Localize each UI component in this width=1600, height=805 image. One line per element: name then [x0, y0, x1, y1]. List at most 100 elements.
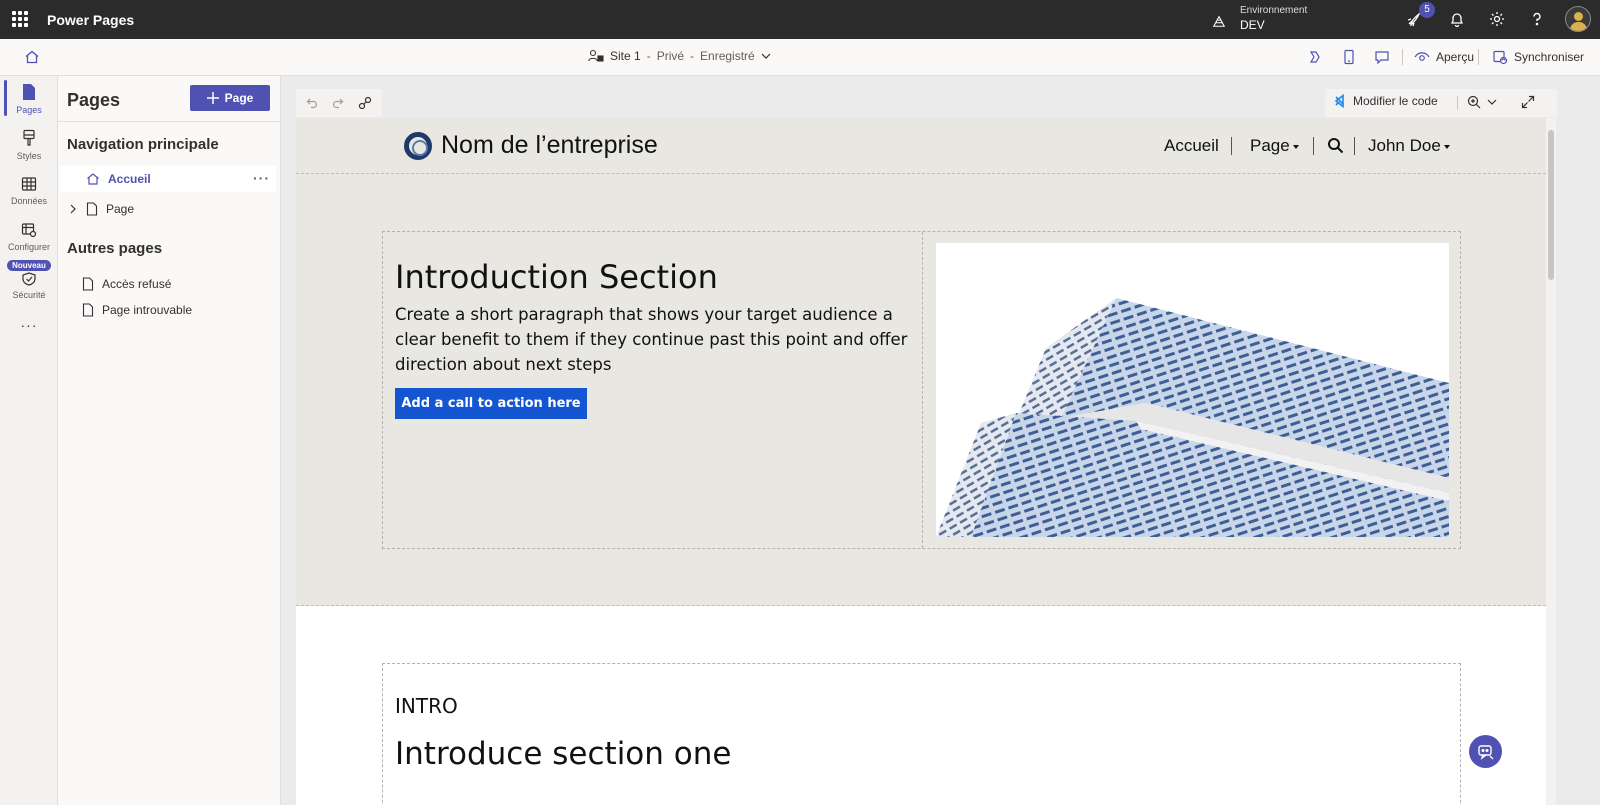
cta-button[interactable]: Add a call to action here: [395, 388, 587, 419]
hero-paragraph[interactable]: Create a short paragraph that shows your…: [395, 302, 913, 377]
site-header[interactable]: Nom de l’entreprise Accueil Page John Do…: [296, 118, 1546, 174]
chevron-right-icon[interactable]: [68, 203, 78, 215]
environment-label: Environnement: [1240, 5, 1308, 16]
shield-icon: [22, 272, 36, 286]
hero-building-image[interactable]: [936, 243, 1449, 537]
bell-icon[interactable]: [1448, 10, 1466, 28]
more-actions-icon[interactable]: ···: [253, 170, 270, 186]
canvas-toolbar: Modifier le code: [1325, 89, 1557, 117]
panel-divider: [58, 121, 280, 122]
other-pages-heading: Autres pages: [67, 240, 163, 257]
app-name[interactable]: Power Pages: [47, 12, 134, 28]
design-canvas: Modifier le code Nom de l’entreprise Acc…: [281, 76, 1600, 805]
page-icon: [23, 84, 35, 100]
redo-icon[interactable]: [332, 97, 344, 109]
edit-code-button[interactable]: Modifier le code: [1333, 94, 1438, 108]
rail-item-data[interactable]: Données: [0, 176, 58, 206]
site-nav-user[interactable]: John Doe: [1368, 136, 1450, 156]
scrollbar-thumb[interactable]: [1548, 130, 1554, 280]
table-icon: [21, 177, 37, 191]
hero-container[interactable]: Introduction Section Create a short para…: [382, 231, 1461, 549]
site-name: Site 1: [610, 49, 641, 63]
canvas-scrollbar[interactable]: [1546, 118, 1556, 805]
intro-container[interactable]: INTRO Introduce section one: [382, 663, 1461, 805]
nav-item-home[interactable]: Accueil ···: [60, 166, 276, 192]
mobile-preview-icon[interactable]: [1341, 49, 1357, 65]
top-bar: Power Pages Environnement DEV 5: [0, 0, 1600, 39]
rail-item-security[interactable]: Nouveau Sécurité: [0, 260, 58, 300]
toolbar-divider: [1457, 96, 1458, 110]
more-options-icon[interactable]: ···: [0, 317, 58, 333]
user-avatar[interactable]: [1565, 6, 1591, 32]
help-icon[interactable]: [1528, 10, 1546, 28]
chevron-down-icon: [761, 53, 771, 59]
zoom-menu[interactable]: [1467, 95, 1497, 109]
expand-icon[interactable]: [1521, 95, 1535, 109]
caret-down-icon: [1443, 144, 1450, 149]
copilot-chat-button[interactable]: [1469, 735, 1502, 768]
caret-down-icon: [1292, 144, 1299, 149]
environment-name: DEV: [1240, 18, 1265, 32]
hero-title[interactable]: Introduction Section: [395, 258, 718, 296]
nav-item-label: Page: [106, 202, 135, 216]
site-visibility: Privé: [656, 49, 685, 63]
page-icon: [86, 202, 98, 216]
chat-bot-icon: [1477, 744, 1493, 760]
nav-item-page[interactable]: Page: [60, 196, 276, 222]
rail-item-styles[interactable]: Styles: [0, 129, 58, 161]
company-logo-icon[interactable]: [404, 132, 432, 160]
plus-icon: [206, 92, 219, 104]
settings-table-icon: [21, 223, 37, 238]
site-nav-page[interactable]: Page: [1250, 136, 1299, 156]
comment-icon[interactable]: [1374, 49, 1390, 65]
new-badge: Nouveau: [7, 260, 51, 271]
toolbar-divider: [1478, 49, 1479, 65]
nav-item-page-not-found[interactable]: Page introuvable: [60, 297, 276, 323]
rail-item-label: Données: [10, 196, 48, 206]
company-name[interactable]: Nom de l’entreprise: [441, 131, 658, 160]
home-icon[interactable]: [24, 49, 40, 65]
site-status-separator: -: [646, 49, 651, 63]
history-toolbar: [296, 89, 382, 117]
sync-icon: [1493, 50, 1508, 65]
app-launcher-icon[interactable]: [12, 11, 28, 27]
rail-item-configure[interactable]: Configurer: [0, 222, 58, 252]
nav-divider: [1231, 137, 1232, 155]
preview-button[interactable]: Aperçu: [1414, 47, 1474, 67]
site-save-state: Enregistré: [700, 49, 755, 63]
gear-icon[interactable]: [1488, 10, 1506, 28]
paintbrush-icon: [23, 129, 35, 146]
section-title[interactable]: Introduce section one: [395, 736, 731, 772]
page-icon: [82, 277, 94, 291]
site-nav-home[interactable]: Accueil: [1164, 136, 1219, 156]
nav-item-label: Accès refusé: [102, 277, 172, 291]
add-page-button[interactable]: Page: [190, 85, 270, 111]
rail-item-label: Pages: [16, 105, 42, 115]
rail-item-label: Styles: [16, 151, 42, 161]
site-status-separator: -: [690, 49, 695, 63]
link-icon[interactable]: [358, 96, 372, 110]
nav-item-access-denied[interactable]: Accès refusé: [60, 271, 276, 297]
column-divider: [922, 232, 923, 548]
edit-code-label: Modifier le code: [1353, 94, 1438, 108]
intro-section[interactable]: INTRO Introduce section one: [296, 606, 1546, 805]
nav-divider: [1354, 137, 1355, 155]
zoom-in-icon: [1467, 95, 1481, 109]
site-preview-frame: Nom de l’entreprise Accueil Page John Do…: [296, 118, 1546, 805]
rail-item-label: Configurer: [7, 242, 51, 252]
search-icon[interactable]: [1327, 137, 1344, 154]
nav-item-label: Page introuvable: [102, 303, 193, 317]
site-command-bar: Site 1 - Privé - Enregistré Aperçu Synch…: [0, 39, 1600, 76]
undo-icon[interactable]: [306, 97, 318, 109]
site-nav-page-label: Page: [1250, 136, 1290, 155]
home-icon: [87, 173, 99, 185]
page-icon: [82, 303, 94, 317]
hero-section[interactable]: Introduction Section Create a short para…: [296, 174, 1546, 606]
section-eyebrow[interactable]: INTRO: [395, 694, 458, 718]
toolbar-divider: [1402, 49, 1403, 65]
copilot-icon[interactable]: [1307, 49, 1323, 65]
rail-item-pages[interactable]: Pages: [0, 83, 58, 115]
site-status-menu[interactable]: Site 1 - Privé - Enregistré: [588, 49, 771, 63]
sync-button[interactable]: Synchroniser: [1492, 47, 1584, 67]
nav-item-label: Accueil: [108, 172, 151, 186]
